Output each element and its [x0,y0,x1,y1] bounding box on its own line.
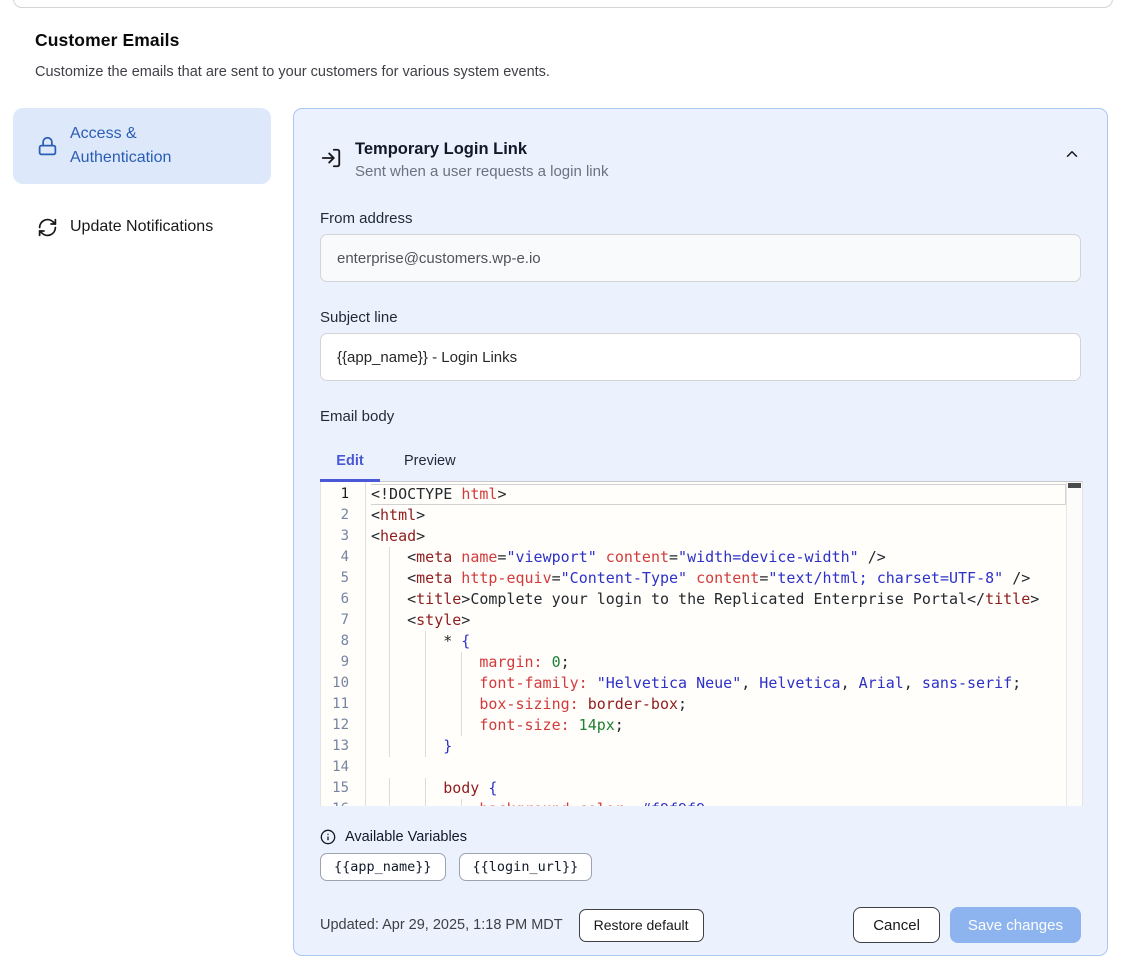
subject-line-input[interactable] [320,333,1081,381]
info-icon [320,829,336,845]
refresh-icon [37,217,58,238]
previous-card-edge [13,0,1113,8]
code-line[interactable]: background-color: #f9f9f9; [371,799,1066,806]
code-line[interactable]: font-size: 14px; [371,715,1066,736]
restore-default-button[interactable]: Restore default [579,909,704,942]
page-subtitle: Customize the emails that are sent to yo… [35,64,1128,80]
code-line[interactable]: * { [371,631,1066,652]
sidebar-item-label: Update Notifications [70,215,213,239]
code-line[interactable]: <meta name="viewport" content="width=dev… [371,547,1066,568]
lock-icon [37,136,58,157]
active-tab-underline [320,479,380,482]
chevron-up-icon [1063,145,1081,163]
temporary-login-link-panel: Temporary Login Link Sent when a user re… [293,108,1108,956]
editor-scrollbar[interactable] [1066,482,1082,806]
code-line[interactable]: <style> [371,610,1066,631]
page-title: Customer Emails [35,30,1128,51]
code-line[interactable]: margin: 0; [371,652,1066,673]
code-line[interactable]: } [371,736,1066,757]
available-variables-label: Available Variables [345,829,467,845]
sidebar-item-access-authentication[interactable]: Access & Authentication [13,108,271,184]
customer-emails-page: Customer Emails Customize the emails tha… [0,0,1128,980]
tab-preview[interactable]: Preview [380,453,480,469]
code-line[interactable]: box-sizing: border-box; [371,694,1066,715]
updated-timestamp: Updated: Apr 29, 2025, 1:18 PM MDT [320,917,563,933]
tab-edit[interactable]: Edit [320,453,380,469]
variable-chips: {{app_name}} {{login_url}} [320,853,1081,881]
code-line[interactable]: <!DOCTYPE html> [371,484,1066,505]
code-line[interactable]: body { [371,778,1066,799]
editor-gutter: 12345678910111213141516 [321,482,366,806]
available-variables-header: Available Variables [320,829,1081,845]
panel-title: Temporary Login Link [355,137,608,161]
variable-chip-login-url[interactable]: {{login_url}} [459,853,593,881]
log-in-icon [320,147,342,183]
panel-header: Temporary Login Link Sent when a user re… [320,137,1081,183]
code-line[interactable] [371,757,1066,778]
panel-footer: Updated: Apr 29, 2025, 1:18 PM MDT Resto… [320,907,1081,943]
sidebar: Access & Authentication Update Notificat… [13,108,271,956]
scrollbar-thumb[interactable] [1068,483,1081,488]
code-line[interactable]: font-family: "Helvetica Neue", Helvetica… [371,673,1066,694]
collapse-button[interactable] [1063,145,1081,183]
page-header: Customer Emails Customize the emails tha… [0,0,1128,80]
code-editor[interactable]: 12345678910111213141516 <!DOCTYPE html><… [320,481,1083,806]
code-line[interactable]: <title>Complete your login to the Replic… [371,589,1066,610]
code-line[interactable]: <meta http-equiv="Content-Type" content=… [371,568,1066,589]
from-address-label: From address [320,210,1081,227]
code-line[interactable]: <html> [371,505,1066,526]
sidebar-item-update-notifications[interactable]: Update Notifications [13,201,271,253]
subject-line-label: Subject line [320,309,1081,326]
cancel-button[interactable]: Cancel [853,907,940,943]
variable-chip-app-name[interactable]: {{app_name}} [320,853,446,881]
panel-header-text: Temporary Login Link Sent when a user re… [355,137,608,183]
code-line[interactable]: <head> [371,526,1066,547]
email-body-label: Email body [320,408,1081,425]
panel-subtitle: Sent when a user requests a login link [355,161,608,183]
content-layout: Access & Authentication Update Notificat… [0,108,1128,956]
from-address-input[interactable] [320,234,1081,282]
editor-tabs: Edit Preview [320,441,1081,481]
sidebar-item-label: Access & Authentication [70,122,200,170]
editor-code[interactable]: <!DOCTYPE html><html><head> <meta name="… [366,482,1082,806]
save-changes-button[interactable]: Save changes [950,907,1081,943]
